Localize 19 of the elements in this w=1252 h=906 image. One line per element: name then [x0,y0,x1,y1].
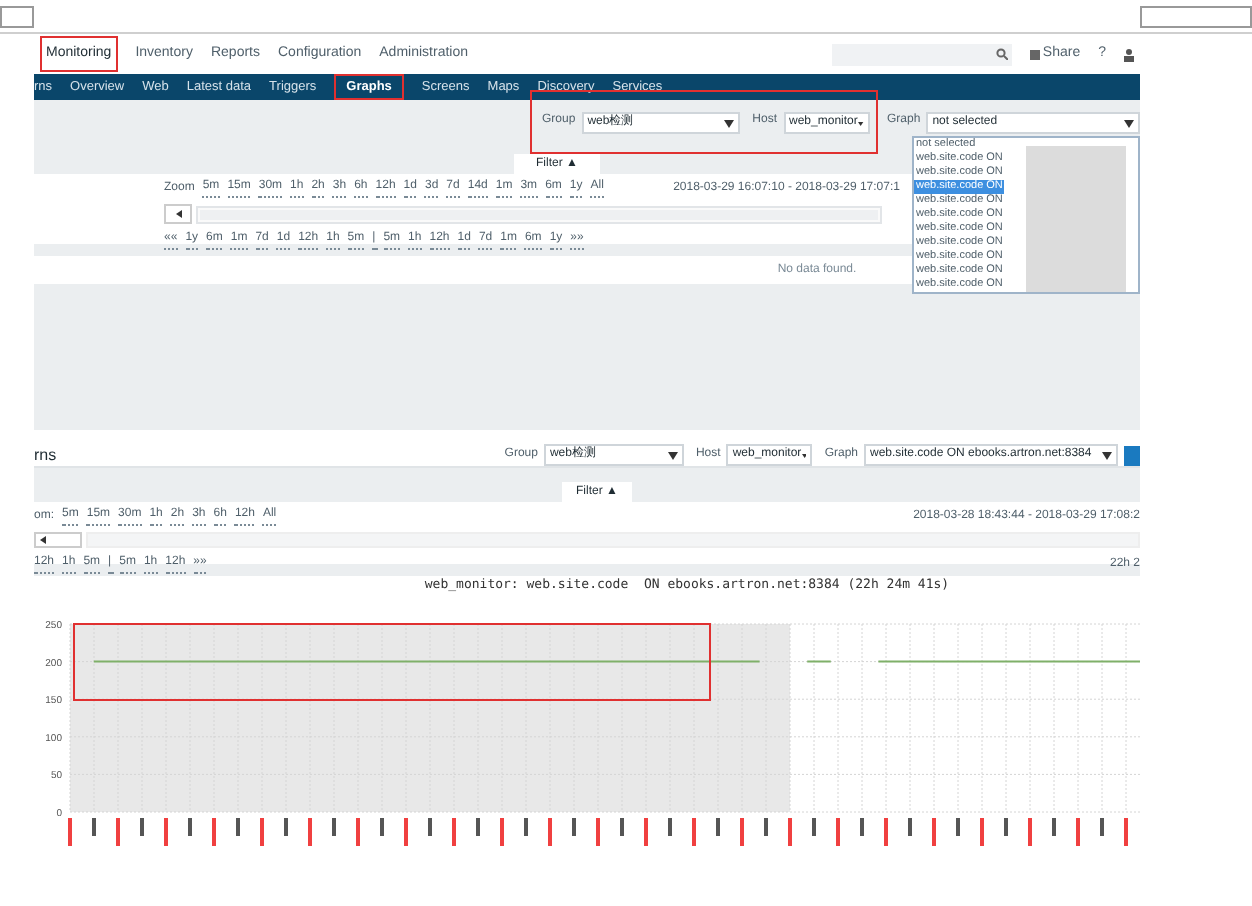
time-slider[interactable] [196,205,882,223]
frame-outline [0,6,34,28]
caret-icon [724,119,735,127]
apply-button[interactable] [1124,445,1140,465]
caret-icon [667,451,678,459]
left-arrow-icon [175,210,181,218]
caret-icon [857,119,864,127]
user-icon[interactable] [1124,47,1134,61]
caret-icon [1124,119,1134,127]
caret-icon [801,451,807,459]
scroll-left-button[interactable] [34,532,82,548]
scroll-left-button[interactable] [164,204,192,224]
share-icon [1030,49,1041,59]
search-field[interactable] [832,43,1013,65]
page-title: rns [34,443,57,467]
frame-outline [1140,6,1252,28]
caret-icon [1102,451,1112,459]
search-icon [996,48,1009,60]
left-arrow-icon [40,536,46,544]
